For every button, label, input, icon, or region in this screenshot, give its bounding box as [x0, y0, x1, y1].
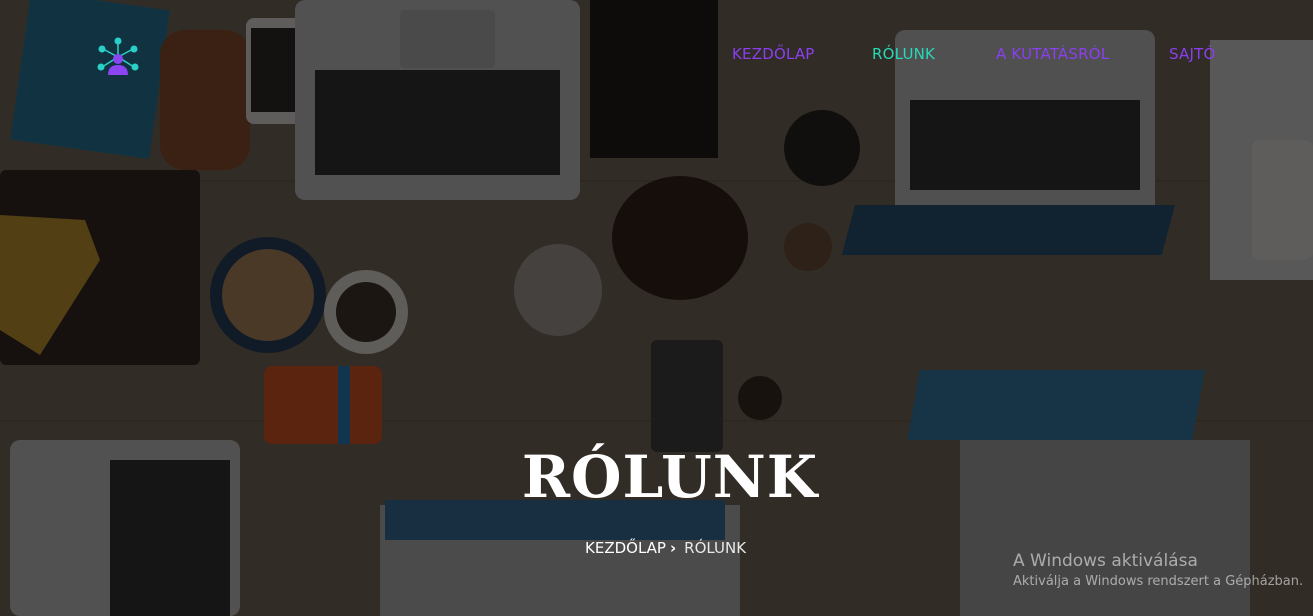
- page-title: RÓLUNK: [521, 443, 819, 511]
- breadcrumb-home-link[interactable]: KEZDŐLAP: [585, 539, 666, 557]
- nav-item-kezdolap[interactable]: KEZDŐLAP: [732, 45, 815, 63]
- nav-item-rolunk[interactable]: RÓLUNK: [872, 45, 935, 63]
- hero-background-image: [0, 0, 1313, 616]
- nav-item-a-kutatasrol[interactable]: A KUTATÁSRÓL: [996, 45, 1109, 63]
- windows-activation-watermark: A Windows aktiválása Aktiválja a Windows…: [1013, 551, 1303, 589]
- dark-overlay: [0, 0, 1313, 616]
- watermark-title: A Windows aktiválása: [1013, 551, 1198, 571]
- main-nav: KEZDŐLAP RÓLUNK A KUTATÁSRÓL SAJTÓ: [0, 45, 1313, 67]
- breadcrumb: KEZDŐLAP › RÓLUNK: [585, 539, 746, 557]
- chevron-right-icon: ›: [669, 539, 677, 557]
- breadcrumb-current: RÓLUNK: [684, 539, 747, 557]
- nav-item-sajto[interactable]: SAJTÓ: [1169, 45, 1215, 63]
- watermark-subtitle: Aktiválja a Windows rendszert a Gépházba…: [1013, 574, 1304, 589]
